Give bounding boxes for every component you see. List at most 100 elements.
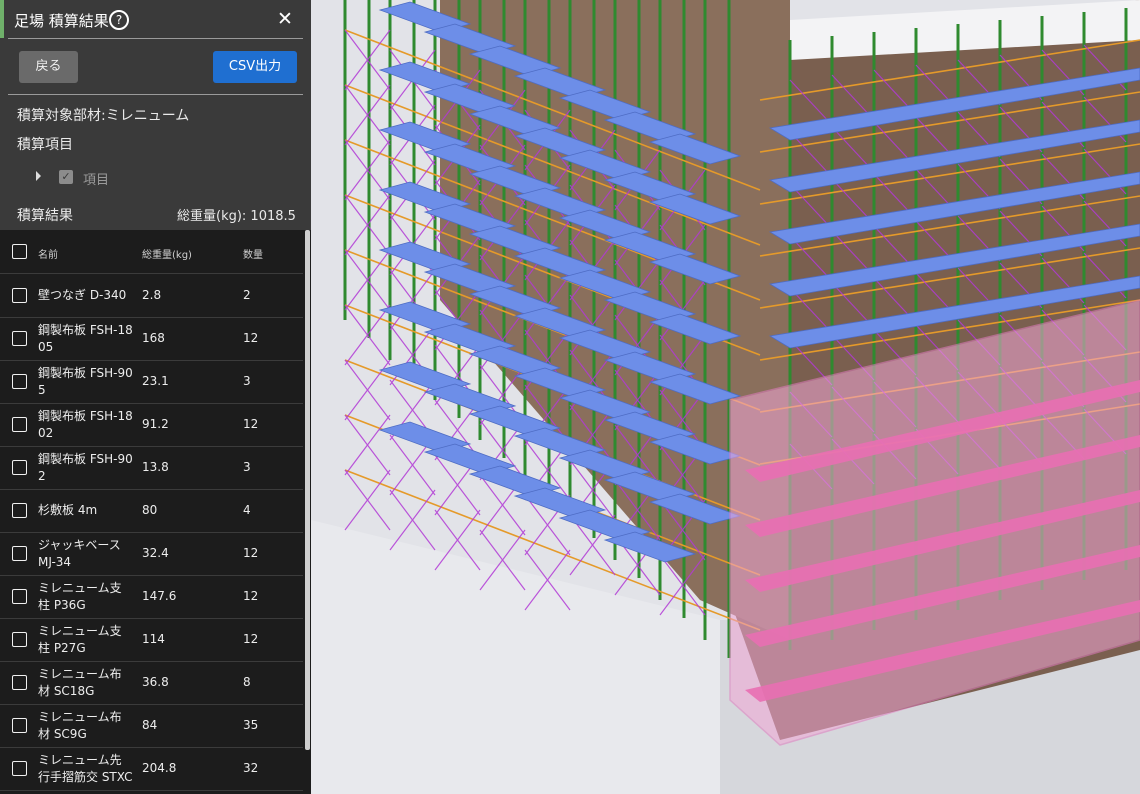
row-qty: 4 xyxy=(243,503,251,517)
table-row[interactable]: 壁つなぎ D-340 2.8 2 xyxy=(0,274,303,318)
table-header-row: 名前 総重量(kg) 数量 xyxy=(0,230,303,274)
back-button[interactable]: 戻る xyxy=(19,51,78,83)
row-weight: 13.8 xyxy=(142,460,169,474)
row-name: 鋼製布板 FSH-18 02 xyxy=(38,408,133,442)
row-name: ミレニューム布材 SC9G xyxy=(38,709,122,743)
row-weight: 2.8 xyxy=(142,288,162,302)
row-name-line2: 材 SC9G xyxy=(38,727,87,741)
table-row[interactable]: 鋼製布板 FSH-90 2 13.8 3 xyxy=(0,446,303,490)
table-row[interactable]: 鋼製布板 FSH-18 02 91.2 12 xyxy=(0,403,303,447)
row-weight: 91.2 xyxy=(142,417,169,431)
row-name-line2: 05 xyxy=(38,340,54,354)
row-checkbox[interactable] xyxy=(12,761,27,776)
table-row[interactable]: ミレニューム支柱 P27G 114 12 xyxy=(0,618,303,662)
row-qty: 2 xyxy=(243,288,251,302)
items-heading: 積算項目 xyxy=(17,137,73,153)
estimate-result-panel: 足場 積算結果 ? ✕ 戻る CSV出力 積算対象部材:ミレニューム 積算項目 … xyxy=(0,0,311,794)
row-name-line2: MJ-34 xyxy=(38,555,72,569)
row-checkbox[interactable] xyxy=(12,632,27,647)
row-name-line2: 柱 P27G xyxy=(38,641,86,655)
table-row[interactable]: ミレニューム布材 SC9G 84 35 xyxy=(0,704,303,748)
row-name: 壁つなぎ D-340 xyxy=(38,287,126,304)
row-weight: 80 xyxy=(142,503,158,517)
row-checkbox[interactable] xyxy=(12,718,27,733)
row-weight: 147.6 xyxy=(142,589,177,603)
row-name-line1: 鋼製布板 FSH-18 xyxy=(38,409,133,423)
row-name: 鋼製布板 FSH-18 05 xyxy=(38,322,133,356)
row-qty: 32 xyxy=(243,761,259,775)
row-checkbox[interactable] xyxy=(12,675,27,690)
row-name-line1: 鋼製布板 FSH-18 xyxy=(38,323,133,337)
row-weight: 84 xyxy=(142,718,158,732)
row-name-line1: 鋼製布板 FSH-90 xyxy=(38,452,133,466)
row-qty: 3 xyxy=(243,460,251,474)
row-name-line1: 杉敷板 4m xyxy=(38,503,98,517)
row-name: 杉敷板 4m xyxy=(38,502,97,519)
row-weight: 32.4 xyxy=(142,546,169,560)
total-weight: 総重量(kg): 1018.5 xyxy=(177,209,296,224)
close-icon[interactable]: ✕ xyxy=(277,8,293,30)
header-name: 名前 xyxy=(38,250,58,261)
row-name-line1: 壁つなぎ D-340 xyxy=(38,288,127,302)
row-qty: 12 xyxy=(243,589,259,603)
row-qty: 35 xyxy=(243,718,259,732)
table-row[interactable]: 鋼製布板 FSH-18 05 168 12 xyxy=(0,317,303,361)
header-qty: 数量 xyxy=(243,250,263,261)
row-qty: 8 xyxy=(243,675,251,689)
results-table: 名前 総重量(kg) 数量 壁つなぎ D-340 2.8 2 鋼製布板 FSH-18 0… xyxy=(0,230,311,794)
row-name-line1: ミレニューム支 xyxy=(38,581,122,595)
row-checkbox[interactable] xyxy=(12,460,27,475)
row-name: ジャッキベース MJ-34 xyxy=(38,537,121,571)
row-checkbox[interactable] xyxy=(12,589,27,604)
row-name-line2: 2 xyxy=(38,469,46,483)
result-heading: 積算結果 xyxy=(17,208,73,224)
row-name-line1: ミレニューム先 xyxy=(38,753,122,767)
row-checkbox[interactable] xyxy=(12,503,27,518)
panel-accent-bar xyxy=(0,0,4,38)
row-name: ミレニューム支柱 P36G xyxy=(38,580,122,614)
table-row[interactable]: ミレニューム先 行手摺筋交 STXC 204.8 32 xyxy=(0,747,303,791)
row-name-line2: 材 SC18G xyxy=(38,684,95,698)
table-scrollbar[interactable] xyxy=(305,230,310,750)
row-name: 鋼製布板 FSH-90 5 xyxy=(38,365,133,399)
row-checkbox[interactable] xyxy=(12,374,27,389)
row-name-line2: 行手摺筋交 STXC xyxy=(38,770,133,784)
row-qty: 12 xyxy=(243,546,259,560)
row-weight: 23.1 xyxy=(142,374,169,388)
row-weight: 204.8 xyxy=(142,761,177,775)
row-name-line1: ミレニューム布 xyxy=(38,667,122,681)
row-name-line1: ミレニューム布 xyxy=(38,710,122,724)
row-checkbox[interactable] xyxy=(12,288,27,303)
table-row[interactable]: 杉敷板 4m 80 4 xyxy=(0,489,303,533)
item-checkbox[interactable]: ✓ xyxy=(59,170,73,184)
row-name: ミレニューム支柱 P27G xyxy=(38,623,122,657)
row-weight: 114 xyxy=(142,632,165,646)
row-checkbox[interactable] xyxy=(12,417,27,432)
row-name: 鋼製布板 FSH-90 2 xyxy=(38,451,133,485)
divider xyxy=(8,38,303,39)
row-name-line2: 02 xyxy=(38,426,54,440)
row-name-line1: 鋼製布板 FSH-90 xyxy=(38,366,133,380)
row-checkbox[interactable] xyxy=(12,331,27,346)
expand-caret-icon[interactable] xyxy=(36,171,41,181)
row-name: ミレニューム布材 SC18G xyxy=(38,666,122,700)
row-qty: 12 xyxy=(243,417,259,431)
table-row[interactable]: ミレニューム布材 SC18G 36.8 8 xyxy=(0,661,303,705)
item-label: 項目 xyxy=(83,173,110,188)
table-row[interactable]: 鋼製布板 FSH-90 5 23.1 3 xyxy=(0,360,303,404)
row-weight: 36.8 xyxy=(142,675,169,689)
select-all-checkbox[interactable] xyxy=(12,244,27,259)
row-name-line2: 5 xyxy=(38,383,46,397)
table-row[interactable]: ミレニューム支柱 P36G 147.6 12 xyxy=(0,575,303,619)
row-checkbox[interactable] xyxy=(12,546,27,561)
help-icon[interactable]: ? xyxy=(109,10,129,30)
row-name-line2: 柱 P36G xyxy=(38,598,86,612)
header-weight: 総重量(kg) xyxy=(142,250,192,261)
row-name-line1: ジャッキベース xyxy=(38,538,121,552)
row-qty: 3 xyxy=(243,374,251,388)
row-weight: 168 xyxy=(142,331,165,345)
table-row[interactable]: ジャッキベース MJ-34 32.4 12 xyxy=(0,532,303,576)
row-name-line1: ミレニューム支 xyxy=(38,624,122,638)
target-component-label: 積算対象部材:ミレニューム xyxy=(17,108,190,124)
csv-export-button[interactable]: CSV出力 xyxy=(213,51,297,83)
